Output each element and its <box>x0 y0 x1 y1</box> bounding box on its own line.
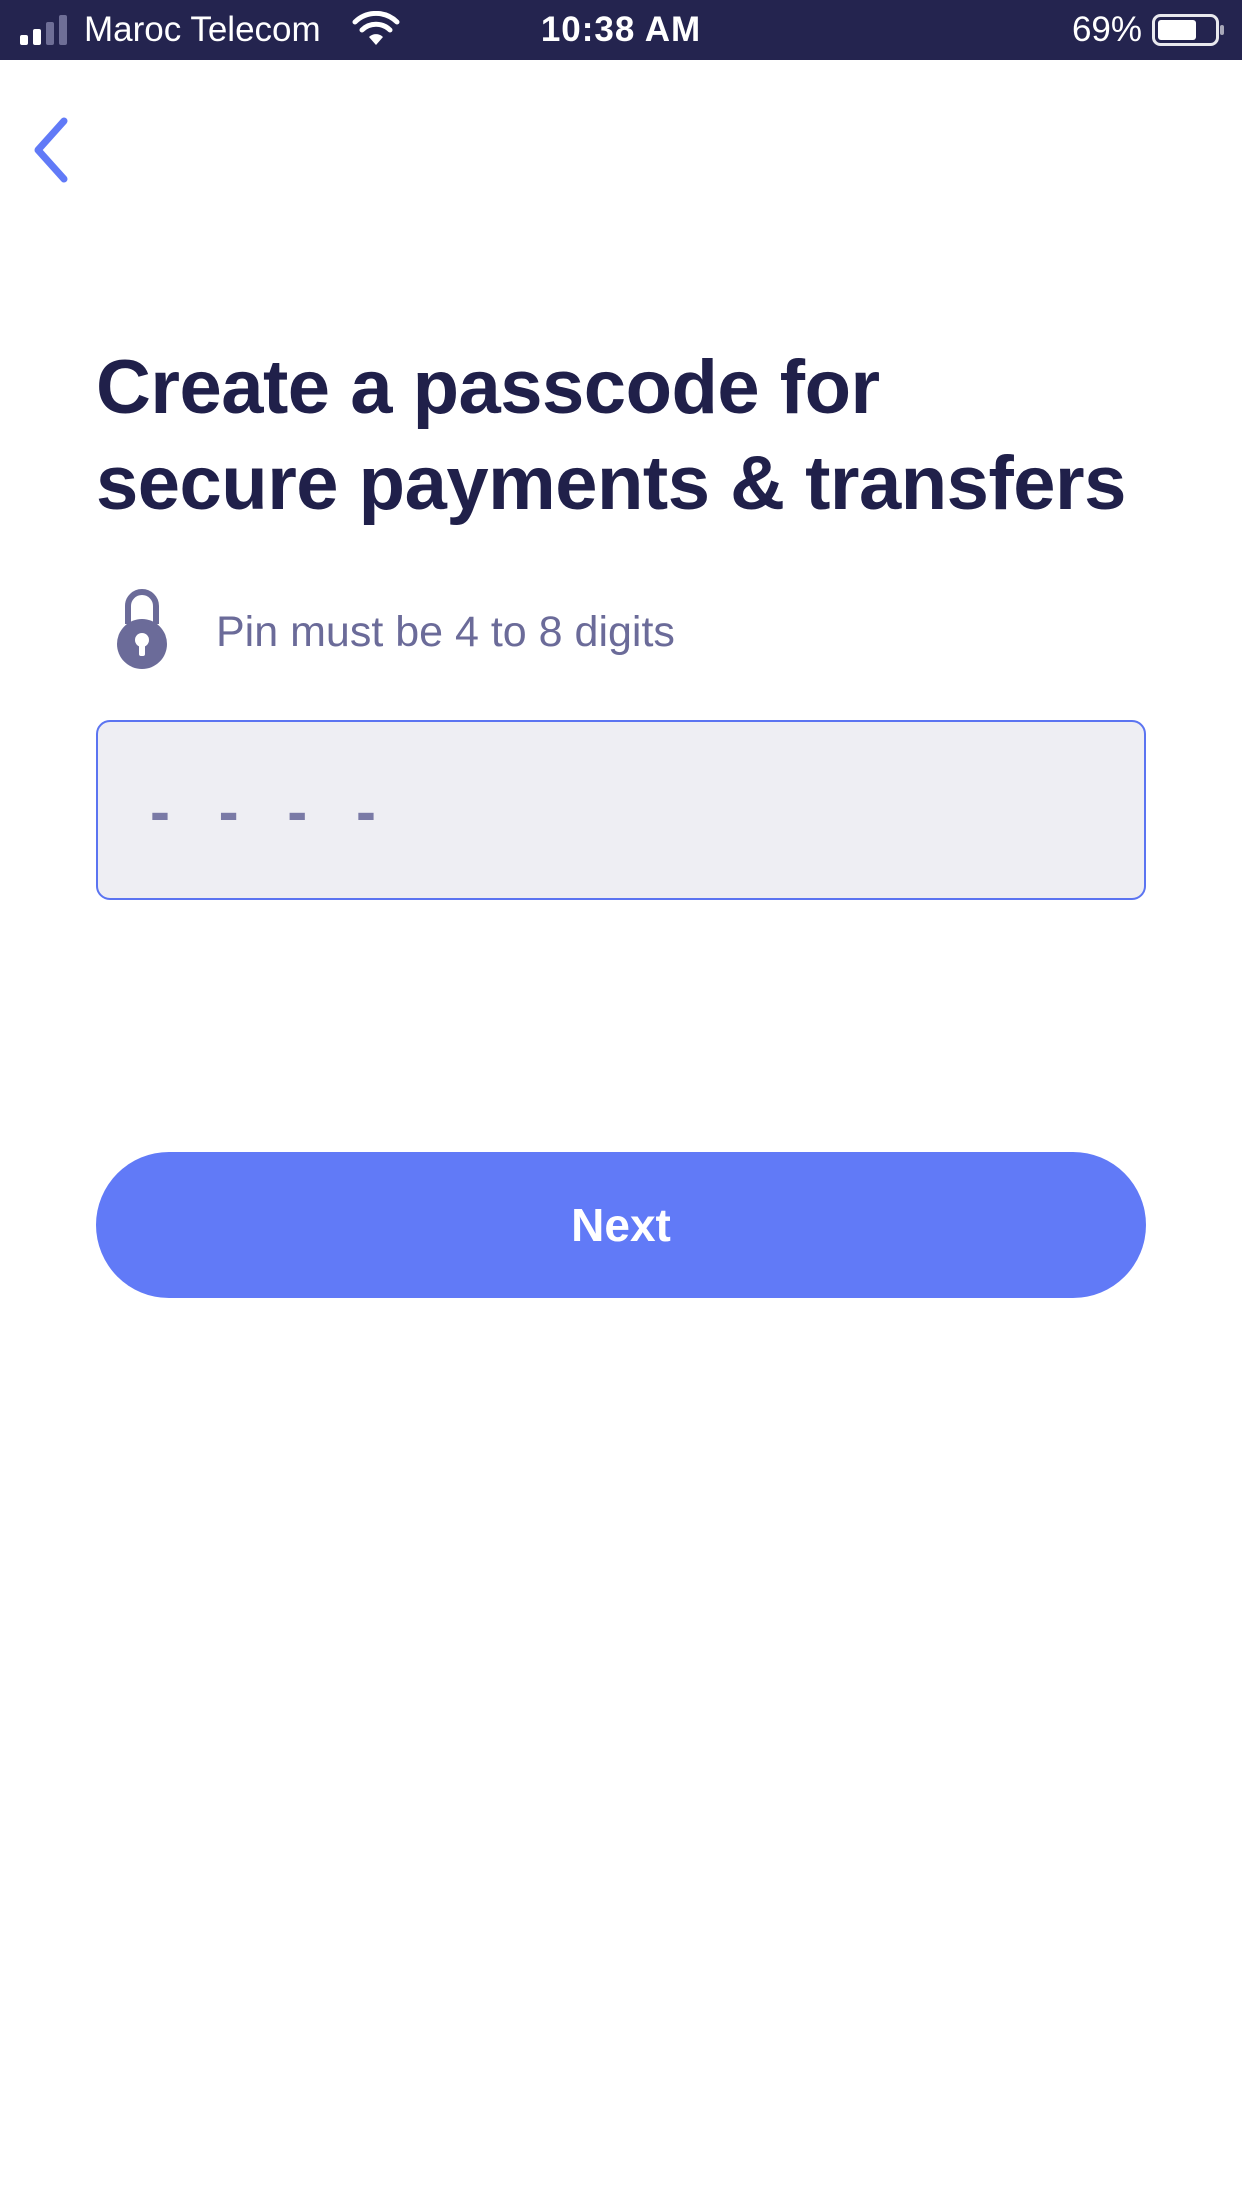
screen: Maroc Telecom 10:38 AM 69% Create a pass… <box>0 0 1242 2208</box>
next-button[interactable]: Next <box>96 1152 1146 1298</box>
status-bar: Maroc Telecom 10:38 AM 69% <box>0 0 1242 60</box>
status-time: 10:38 AM <box>540 10 702 49</box>
pin-hint: Pin must be 4 to 8 digits <box>96 586 1146 672</box>
pin-placeholder: - - - - <box>150 778 392 845</box>
lock-icon <box>117 589 167 669</box>
chevron-left-icon <box>34 117 68 183</box>
page-title: Create a passcode for secure payments & … <box>96 340 1176 532</box>
page-title-line-1: Create a passcode for <box>96 345 880 430</box>
battery-icon <box>1152 14 1224 46</box>
pin-hint-text: Pin must be 4 to 8 digits <box>216 608 675 656</box>
battery-percentage: 69% <box>1071 10 1142 49</box>
page-title-line-2: secure payments & transfers <box>96 441 1126 526</box>
pin-input[interactable]: - - - - <box>96 720 1146 900</box>
back-button[interactable] <box>14 108 86 192</box>
